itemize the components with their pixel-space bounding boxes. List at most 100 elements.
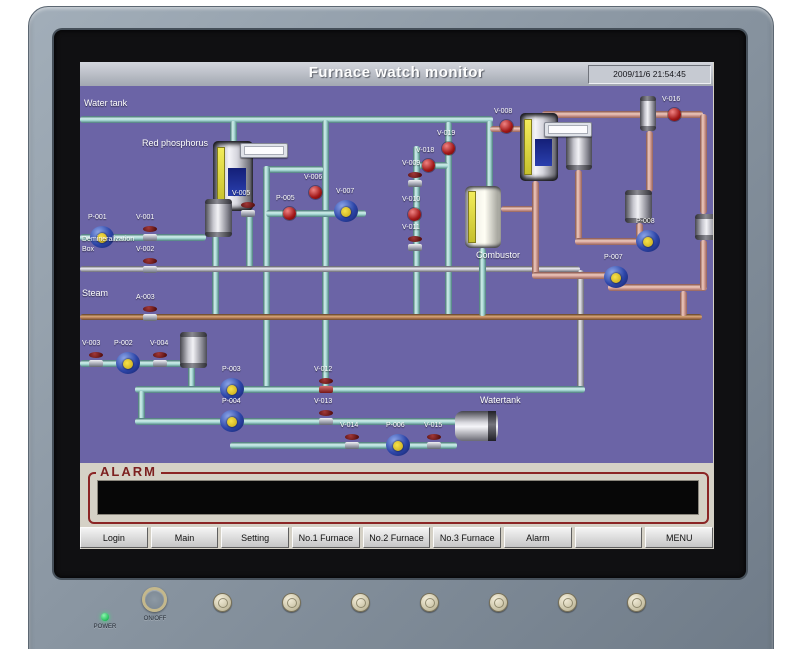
- menu-button-setting[interactable]: Setting: [221, 527, 289, 548]
- vessel-combustor: [465, 186, 501, 248]
- diagram-label: V-004: [150, 340, 168, 347]
- diagram-label: V-019: [437, 130, 455, 137]
- menu-button-no-1-furnace[interactable]: No.1 Furnace: [292, 527, 360, 548]
- page: Furnace watch monitor 2009/11/6 21:54:45…: [0, 0, 800, 649]
- diagram-label: Watertank: [480, 395, 521, 405]
- pipe: [135, 386, 585, 393]
- valve-device: [142, 306, 158, 321]
- level-display: [240, 143, 288, 158]
- lcd-on-off-button[interactable]: [142, 587, 167, 612]
- diagram-label: Steam: [82, 288, 108, 298]
- valve-device: [407, 172, 423, 187]
- menu-button-menu[interactable]: MENU: [645, 527, 713, 548]
- level-display: [544, 122, 592, 137]
- diagram-label: P-002: [114, 340, 133, 347]
- pump-device: [604, 266, 628, 288]
- function-button-7[interactable]: [627, 593, 646, 612]
- pipe: [501, 206, 535, 212]
- menu-button-login[interactable]: Login: [80, 527, 148, 548]
- pipe: [700, 240, 707, 290]
- alarm-border: [88, 472, 709, 524]
- vessel-tankv: [695, 214, 713, 240]
- valve-device: [408, 208, 421, 221]
- diagram-label: V-010: [402, 196, 420, 203]
- diagram-label: P-001: [88, 214, 107, 221]
- function-button-3[interactable]: [351, 593, 370, 612]
- valve-device: [142, 226, 158, 241]
- pipe: [263, 166, 323, 173]
- pump-device: [220, 410, 244, 432]
- menu-bar: LoginMainSettingNo.1 FurnaceNo.2 Furnace…: [80, 527, 713, 548]
- diagram-label: V-008: [494, 108, 512, 115]
- function-button-1[interactable]: [213, 593, 232, 612]
- alarm-label: ALARM: [96, 464, 161, 479]
- power-label: POWER: [83, 624, 127, 630]
- valve-device: [309, 186, 322, 199]
- diagram-label: V-006: [304, 174, 322, 181]
- pump-device: [220, 378, 244, 400]
- menu-button-no-3-furnace[interactable]: No.3 Furnace: [433, 527, 501, 548]
- diagram-label: V-012: [314, 366, 332, 373]
- pump-device: [116, 352, 140, 374]
- valve-device: [152, 352, 168, 367]
- valve-device: [240, 202, 256, 217]
- diagram-label: P-004: [222, 398, 241, 405]
- pipe: [263, 166, 270, 388]
- diagram-label: V-007: [336, 188, 354, 195]
- valve-device: [344, 434, 360, 449]
- pipe: [80, 314, 702, 320]
- diagram-label: V-003: [82, 340, 100, 347]
- pipe: [532, 272, 608, 279]
- pipe: [135, 418, 457, 425]
- valve-device: [407, 236, 423, 251]
- menu-button-no-2-furnace[interactable]: No.2 Furnace: [363, 527, 431, 548]
- pipe: [138, 391, 145, 421]
- menu-button-alarm[interactable]: Alarm: [504, 527, 572, 548]
- valve-device: [668, 108, 681, 121]
- valve-device: [283, 207, 296, 220]
- vessel-tankv: [180, 332, 207, 368]
- diagram-label: V-013: [314, 398, 332, 405]
- function-button-2[interactable]: [282, 593, 301, 612]
- lcd-on-off-label: ON/OFF: [133, 616, 177, 622]
- valve-device: [142, 258, 158, 273]
- function-button-4[interactable]: [420, 593, 439, 612]
- pipe: [322, 120, 329, 393]
- menu-button-blank-7[interactable]: [575, 527, 643, 548]
- pump-device: [636, 230, 660, 252]
- diagram-label: Water tank: [84, 98, 127, 108]
- vessel-tankv: [640, 96, 656, 131]
- vessel-tankv: [205, 199, 232, 237]
- power-led-icon: [101, 613, 109, 621]
- valve-device: [442, 142, 455, 155]
- pipe: [646, 131, 653, 192]
- valve-device: [88, 352, 104, 367]
- menu-button-main[interactable]: Main: [151, 527, 219, 548]
- function-button-6[interactable]: [558, 593, 577, 612]
- pipe: [700, 114, 707, 214]
- diagram-label: P-003: [222, 366, 241, 373]
- diagram-label: V-005: [232, 190, 250, 197]
- diagram-label: Red phosphorus: [142, 138, 208, 148]
- pipe: [246, 209, 253, 269]
- pipe: [577, 270, 584, 393]
- valve-device: [318, 378, 334, 393]
- diagram-label: V-011: [402, 224, 420, 231]
- pipe: [212, 236, 219, 316]
- valve-device: [426, 434, 442, 449]
- diagram-label: P-006: [386, 422, 405, 429]
- diagram-label: A-003: [136, 294, 155, 301]
- title-bar: Furnace watch monitor 2009/11/6 21:54:45: [80, 62, 713, 87]
- function-button-5[interactable]: [489, 593, 508, 612]
- diagram-label: V-015: [424, 422, 442, 429]
- scada-canvas: Water tankRed phosphorusDemineralization…: [80, 86, 713, 463]
- diagram-label: V-001: [136, 214, 154, 221]
- diagram-label: P-008: [636, 218, 655, 225]
- diagram-label: V-014: [340, 422, 358, 429]
- pump-device: [334, 200, 358, 222]
- pipe: [80, 116, 493, 123]
- valve-device: [318, 410, 334, 425]
- diagram-label: V-009: [402, 160, 420, 167]
- pipe: [575, 170, 582, 240]
- valve-device: [422, 159, 435, 172]
